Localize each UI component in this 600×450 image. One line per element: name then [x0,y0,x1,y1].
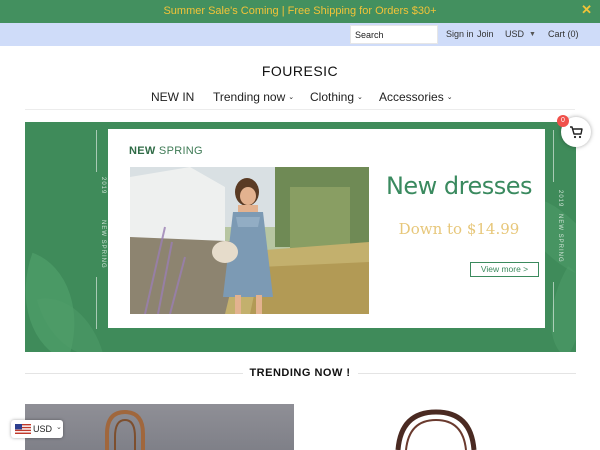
handbag-image [395,409,477,450]
join-link[interactable]: Join [477,29,494,39]
promo-text[interactable]: Summer Sale's Coming | Free Shipping for… [0,5,600,17]
search-input[interactable] [350,25,438,44]
nav-item-label: Clothing [310,90,355,104]
hero-card: NEW SPRING New dresses Down to $14.99 Vi… [108,129,545,328]
chevron-down-icon: ⌄ [357,94,363,101]
side-year: 2019 [557,190,563,208]
site-logo[interactable]: FOURESIC [0,63,600,79]
currency-label: USD [505,29,525,39]
currency-selector[interactable]: USD ▼ [505,29,536,39]
hero-side-decoration-right: 2019 NEW SPRING [544,122,564,352]
model-photo-illustration [130,167,369,314]
close-icon[interactable]: ✕ [581,2,592,18]
nav-item-label: Trending now [213,90,286,104]
shopping-cart-icon [570,126,583,139]
hero-side-decoration-left: 2019 NEW SPRING [87,122,107,352]
promo-bar: Summer Sale's Coming | Free Shipping for… [0,0,600,23]
main-nav: NEW IN Trending now ⌄ Clothing ⌄ Accessori… [0,90,600,106]
sign-in-link[interactable]: Sign in [446,29,474,39]
floating-cart-button[interactable]: 0 [557,115,591,147]
side-text: NEW SPRING [100,220,106,269]
side-text: NEW SPRING [557,214,563,263]
section-title: TRENDING NOW ! [0,367,600,379]
product-card-image[interactable] [25,404,294,450]
cart-link[interactable]: Cart (0) [548,29,579,39]
header-divider [25,109,575,110]
chevron-down-icon: ⌄ [446,94,453,101]
nav-item-label: Accessories [379,90,444,104]
hero-headline: New dresses [385,172,533,200]
utility-bar: Sign in Join USD ▼ Cart (0) [0,23,600,46]
hero-tag: NEW SPRING [129,145,203,157]
cart-count-badge: 0 [557,115,569,127]
side-year: 2019 [100,177,106,195]
chevron-down-icon: ⌄ [288,94,295,101]
currency-switcher[interactable]: USD ⌄ [11,420,63,438]
hero-banner[interactable]: 2019 NEW SPRING 2019 NEW SPRING NEW SPRI… [25,122,576,352]
nav-item-accessories[interactable]: Accessories ⌄ [379,90,453,104]
hero-price: Down to $14.99 [398,220,520,238]
tote-bag-image [105,409,145,450]
hero-tag-bold: NEW [129,145,156,157]
nav-item-new-in[interactable]: NEW IN [151,90,194,104]
nav-item-label: NEW IN [151,90,195,104]
chevron-down-icon: ▼ [529,31,536,38]
view-more-button[interactable]: View more > [470,262,539,277]
nav-item-clothing[interactable]: Clothing ⌄ [310,90,363,104]
product-card-image[interactable] [306,404,575,450]
hero-photo [130,167,369,314]
chevron-down-icon: ⌄ [56,424,62,431]
hero-tag-rest: SPRING [155,145,203,157]
nav-item-trending-now[interactable]: Trending now ⌄ [213,90,294,104]
currency-code: USD [33,424,53,434]
section-title-text: TRENDING NOW ! [243,367,357,379]
us-flag-icon [15,424,31,434]
